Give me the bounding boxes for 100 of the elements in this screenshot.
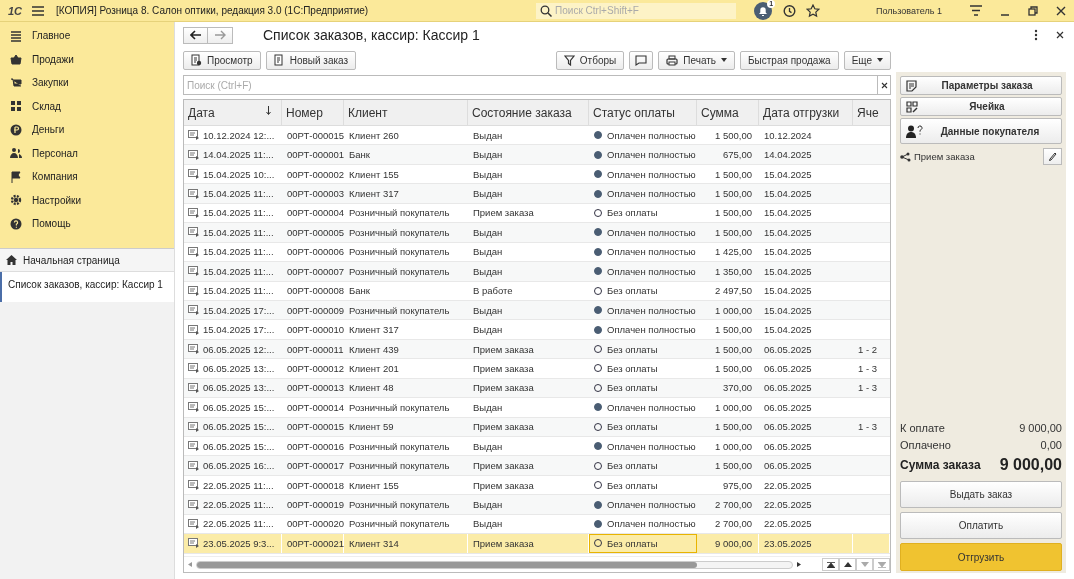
settings-menu-icon[interactable] [970,5,982,16]
scroll-left-icon[interactable] [188,562,192,567]
print-button[interactable]: Печать [658,50,735,70]
previous-row-button[interactable] [839,558,856,571]
table-cell: 22.05.2025 11:... [203,499,274,511]
first-row-button[interactable] [822,558,839,571]
table-row[interactable]: 14.04.2025 11:... 00РТ-000001 Банк Выдан Оплачен полностью 675,00 14.04.2025 [184,145,890,165]
close-icon [880,81,888,89]
home-page-link[interactable]: Начальная страница [23,254,120,266]
table-cell: Оплачен полностью [607,401,696,413]
app-logo[interactable]: 1С [8,4,23,17]
home-icon [6,255,17,265]
window-title: [КОПИЯ] Розница 8. Салон оптики, редакция 3.0 (1С:Предприятие) [56,5,369,16]
table-cell: 00РТ-000021 [287,537,345,549]
user-name[interactable]: Пользователь 1 [876,5,942,16]
table-cell: 00РТ-000003 [287,188,345,200]
more-options-icon[interactable] [1034,29,1038,41]
document-icon [188,363,200,374]
table-cell: Выдан [473,226,503,238]
table-row[interactable]: 15.04.2025 11:... 00РТ-000007 Розничный покупатель Выдан Оплачен полностью 1 350,00 15.04.2025 [184,262,890,282]
form-icon [906,79,918,92]
more-button[interactable]: Еще [843,50,891,70]
down-arrow-icon [860,562,869,567]
document-icon [188,499,200,510]
filter-button[interactable]: Отборы [555,50,625,70]
comment-button[interactable] [629,50,654,70]
horizontal-scrollbar[interactable] [196,560,793,569]
action-button[interactable]: Отгрузить [900,543,1062,571]
table-row[interactable]: 15.04.2025 17:... 00РТ-000009 Розничный покупатель Выдан Оплачен полностью 1 000,00 15.04.2025 [184,300,890,321]
action-button[interactable]: Выдать заказ [900,481,1062,508]
document-icon [188,518,200,529]
column-header[interactable]: Дата [184,100,282,125]
quick-sale-button[interactable]: Быстрая продажа [740,50,839,70]
table-cell: Клиент 155 [349,168,399,180]
panel-button[interactable]: Данные покупателя [900,118,1062,144]
close-icon[interactable] [1056,31,1064,39]
restore-icon[interactable] [1028,5,1038,16]
table-cell: 00РТ-000005 [287,226,345,238]
table-cell: Розничный покупатель [349,265,450,277]
panel-button[interactable]: Ячейка [900,97,1062,116]
action-button[interactable]: Оплатить [900,512,1062,539]
search-field[interactable]: Поиск (Ctrl+F) [183,75,877,95]
sidebar-label[interactable]: Главное [32,30,71,42]
table-row[interactable]: 06.05.2025 16:... 00РТ-000017 Розничный покупатель Прием заказа Без оплаты 1 500,00 06.05.2025 [184,456,890,476]
table-row[interactable]: 15.04.2025 11:... 00РТ-000003 Клиент 317 Выдан Оплачен полностью 1 500,00 15.04.2025 [184,184,890,204]
toolbar-button[interactable]: Новый заказ [265,50,357,70]
sidebar-label[interactable]: Склад [32,100,61,112]
table-cell: Розничный покупатель [349,440,450,452]
sidebar-label[interactable]: Персонал [32,147,78,159]
sidebar-label[interactable]: Закупки [32,77,69,89]
history-icon[interactable] [782,3,797,18]
sidebar-label[interactable]: Настройки [32,194,82,206]
column-header[interactable]: Сумма [697,100,759,125]
edit-button[interactable] [1043,148,1062,165]
star-icon[interactable] [806,3,821,18]
search-field[interactable]: Поиск Ctrl+Shift+F [536,2,737,19]
sidebar-label[interactable]: Деньги [32,124,65,136]
table-row[interactable]: 23.05.2025 9:3... 00РТ-000021 Клиент 314 Прием заказа Без оплаты 9 000,00 23.05.2025 [184,534,890,554]
menu-icon[interactable] [32,5,45,16]
scroll-right-icon[interactable] [797,562,801,567]
document-icon [188,441,200,452]
table-cell: 06.05.2025 [764,362,812,374]
flag-icon [10,170,22,183]
sidebar-label[interactable]: Помощь [32,218,71,230]
table-row[interactable]: 06.05.2025 13:... 00РТ-000013 Клиент 48 Прием заказа Без оплаты 370,00 06.05.2025 1 - 3 [184,378,890,399]
column-header[interactable]: Статус оплаты [589,100,697,125]
table-cell: 1 - 3 [858,362,877,374]
table-cell: 1 500,00 [715,324,752,336]
table-cell: Выдан [473,129,503,141]
clear-search-button[interactable] [877,75,891,95]
toolbar-button[interactable]: Просмотр [183,50,261,70]
column-header[interactable]: Яче [853,100,890,125]
table-cell: 06.05.2025 [764,421,812,433]
open-window-tab[interactable]: Список заказов, кассир: Кассир 1 [0,272,174,302]
column-header[interactable]: Номер [282,100,344,125]
table-cell: Без оплаты [607,421,658,433]
table-row[interactable]: 06.05.2025 15:... 00РТ-000015 Клиент 59 Прием заказа Без оплаты 1 500,00 06.05.2025 1 - 3 [184,417,890,437]
table-cell: 15.04.2025 10:... [203,168,275,180]
document-icon [188,149,200,160]
sidebar-label[interactable]: Продажи [32,53,74,65]
sidebar-label[interactable]: Компания [32,171,78,183]
table-row[interactable]: 15.04.2025 11:... 00РТ-000005 Розничный покупатель Выдан Оплачен полностью 1 500,00 15.04.2025 [184,223,890,243]
table-row[interactable]: 06.05.2025 12:... 00РТ-000011 Клиент 439 Прием заказа Без оплаты 1 500,00 06.05.2025 1 - 2 [184,339,890,360]
column-header[interactable]: Клиент [344,100,468,125]
table-cell: Оплачен полностью [607,168,696,180]
pencil-icon [1048,151,1057,162]
column-header[interactable]: Дата отгрузки [759,100,853,125]
panel-button[interactable]: Параметры заказа [900,76,1062,95]
table-cell: Выдан [473,401,503,413]
close-icon[interactable] [1056,5,1066,16]
table-row[interactable]: 22.05.2025 11:... 00РТ-000019 Розничный покупатель Выдан Оплачен полностью 2 700,00 22.05.2025 [184,495,890,515]
table-cell: Выдан [473,304,503,316]
table-cell: Оплачен полностью [607,149,696,161]
column-header[interactable]: Состояние заказа [468,100,589,125]
bell-icon[interactable] [754,1,773,20]
back-button[interactable] [183,26,208,44]
table-cell: 1 500,00 [715,421,752,433]
order-status: Прием заказа [914,151,975,162]
table-cell: 06.05.2025 [764,343,812,355]
table-cell: 00РТ-000002 [287,168,345,180]
